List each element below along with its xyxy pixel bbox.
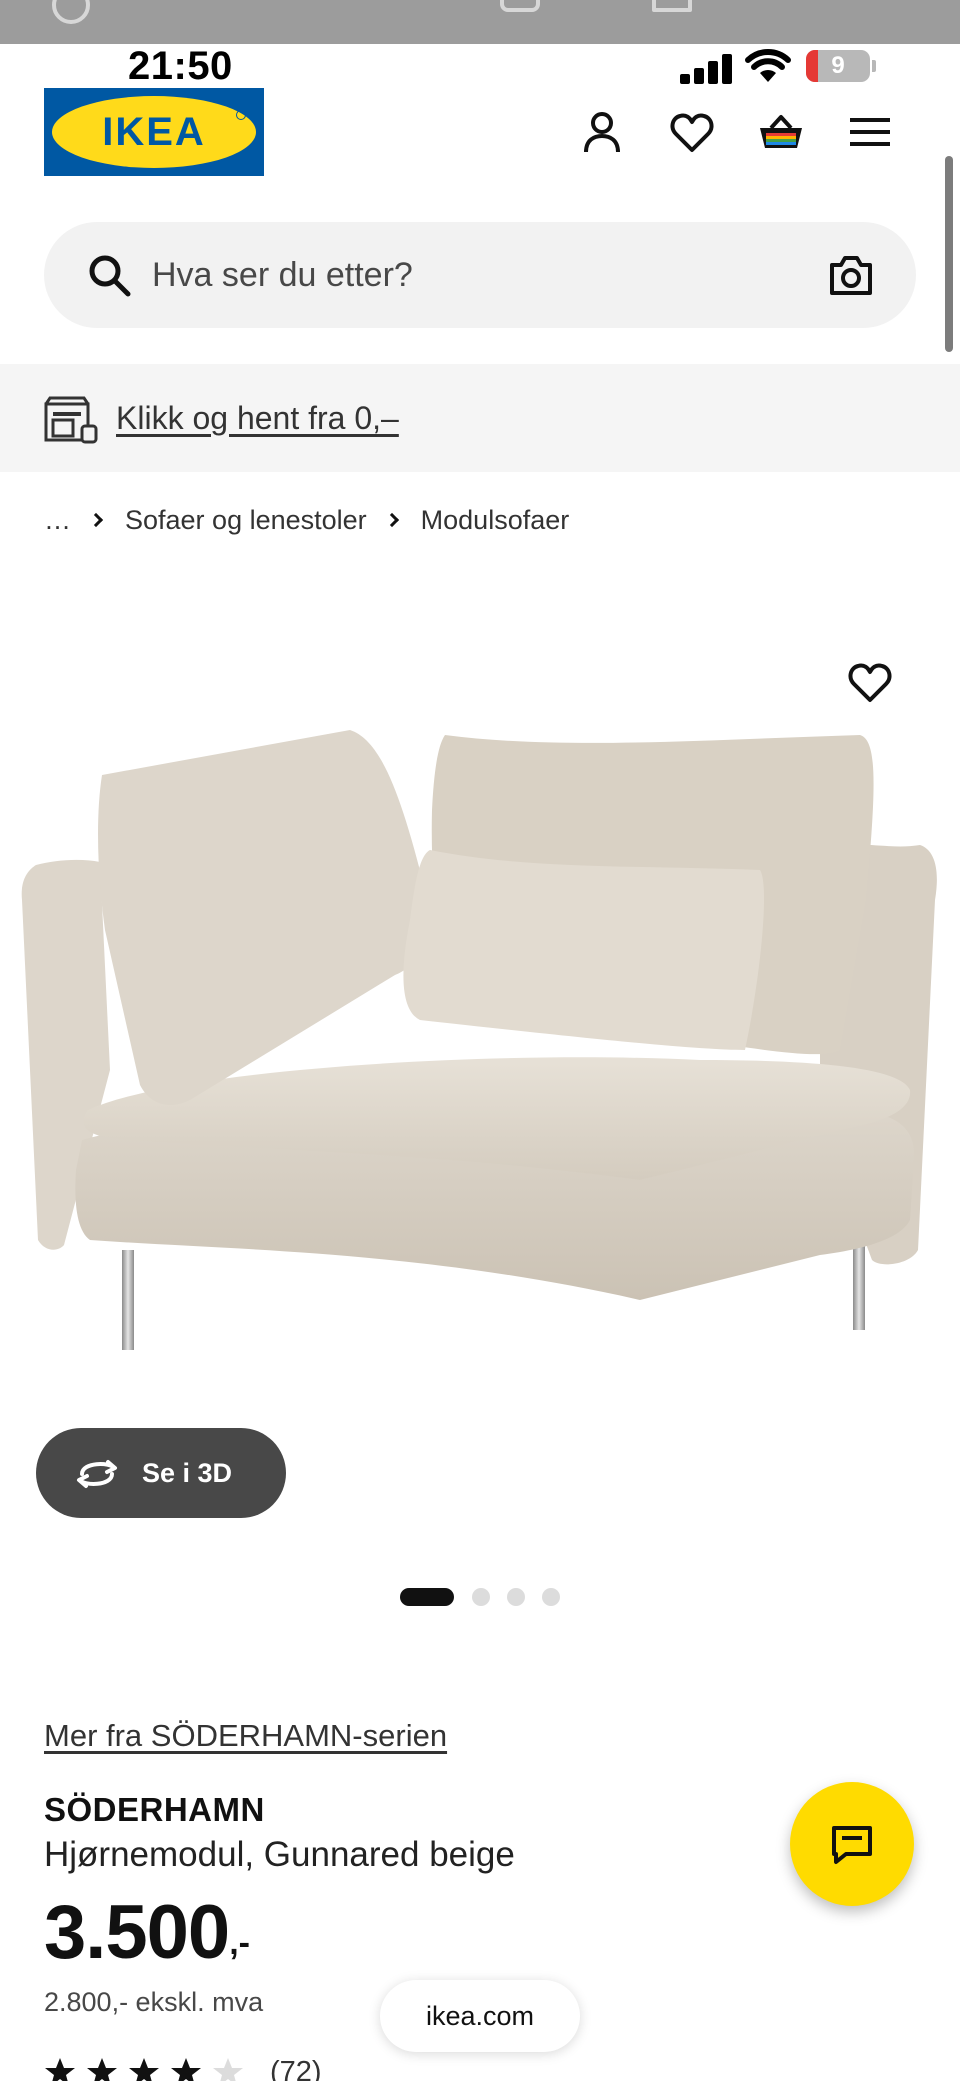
logo-text: IKEA [102,110,206,154]
search-bar[interactable]: Hva ser du etter? [44,222,916,328]
star-empty-icon [213,2058,243,2081]
status-time: 21:50 [128,44,233,88]
chevron-right-icon [384,512,399,528]
chevron-right-icon [88,512,104,528]
product-image[interactable] [0,640,960,1460]
breadcrumb-item-modular[interactable]: Modulsofaer [421,502,570,538]
store-pickup-icon [44,396,98,444]
chat-button[interactable] [790,1782,914,1906]
view-3d-button[interactable]: Se i 3D [36,1428,286,1518]
globe-icon [52,0,90,24]
price-decimal: ,- [229,1924,250,1962]
price-integer: 3.500 [44,1890,230,1975]
rotate-3d-icon [77,1460,117,1488]
product-name: SÖDERHAMN [44,1791,265,1828]
product-description: Hjørnemodul, Gunnared beige [44,1835,515,1874]
chat-icon [832,1826,872,1864]
carousel-dot-2[interactable] [472,1588,490,1606]
heart-icon[interactable] [668,108,716,156]
carousel-dots [400,1588,600,1606]
battery-tip [872,60,876,72]
status-bar: 21:50 9 [0,44,960,90]
pickup-link[interactable]: Klikk og hent fra 0,– [116,394,399,442]
cellular-signal-icon [680,52,734,84]
carousel-dot-1[interactable] [400,1588,454,1606]
account-icon[interactable] [578,108,626,156]
browser-url-bar[interactable]: ikea.com [380,1980,580,2052]
carousel-dot-4[interactable] [542,1588,560,1606]
search-input[interactable]: Hva ser du etter? [152,250,413,300]
price-ex-vat: 2.800,- ekskl. mva [44,1987,264,2017]
browser-top-strip [0,0,960,44]
camera-icon[interactable] [828,253,874,297]
carousel-dot-3[interactable] [507,1588,525,1606]
page-scrollbar[interactable] [945,156,953,352]
breadcrumb-item-more[interactable]: … [44,502,71,538]
battery-level: 9 [831,52,845,79]
basket-icon[interactable] [757,108,805,156]
breadcrumb: … Sofaer og lenestoler Modulsofaer [44,500,569,540]
truck-icon [500,0,540,12]
product-price: 3.500 ,- [44,1888,250,1978]
breadcrumb-item-sofas[interactable]: Sofaer og lenestoler [125,502,367,538]
battery-icon: 9 [806,50,870,82]
view-3d-label: Se i 3D [142,1458,233,1488]
favorite-product-icon[interactable] [846,660,894,704]
product-rating[interactable]: (72) [44,2052,322,2081]
star-filled-icon [87,2058,117,2081]
registered-mark [236,110,246,120]
star-filled-icon [129,2058,159,2081]
series-link[interactable]: Mer fra SÖDERHAMN-serien [44,1714,447,1758]
pickup-banner[interactable]: Klikk og hent fra 0,– [0,364,960,472]
wifi-icon [745,49,791,82]
star-filled-icon [45,2058,75,2081]
store-icon [652,0,692,12]
star-filled-icon [171,2058,201,2081]
search-icon [89,255,131,297]
review-count[interactable]: (72) [270,2052,322,2081]
menu-icon[interactable] [846,108,894,156]
ikea-logo[interactable]: IKEA [44,88,264,176]
